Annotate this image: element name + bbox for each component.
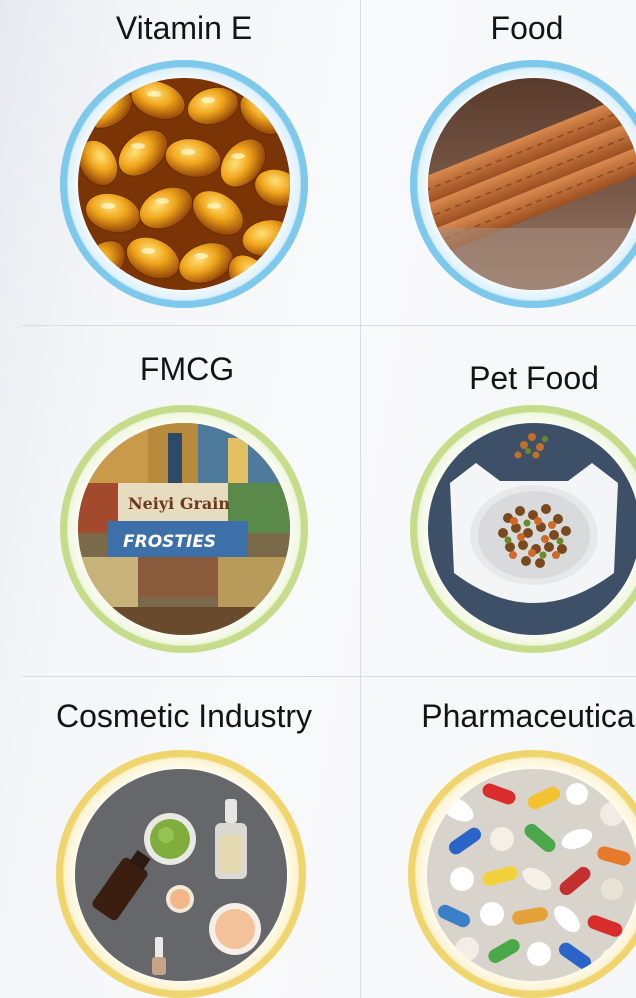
category-grid: Vitamin E Food FMCG Neiyi Grain FROSTIES…: [0, 0, 636, 998]
tile-label: Vitamin E: [115, 10, 253, 46]
cosmetics-image: [75, 769, 287, 981]
tile-label: Pharmaceutica: [421, 698, 635, 734]
pet-food-bowl-image: [428, 423, 636, 635]
svg-text:Neiyi Grain: Neiyi Grain: [128, 494, 230, 513]
tile-label: Food: [490, 10, 564, 46]
vitamin-e-capsules-image: [78, 78, 290, 290]
tile-label: FMCG: [139, 351, 235, 387]
tile-label: Cosmetic Industry: [55, 698, 313, 734]
tile-label: Pet Food: [469, 360, 599, 396]
consumer-goods-image: Neiyi Grain FROSTIES: [78, 423, 290, 635]
biscuits-image: [428, 78, 636, 290]
row-divider-1: [22, 325, 636, 326]
column-divider: [360, 0, 361, 998]
row-divider-2: [22, 676, 636, 677]
pills-image: [427, 769, 636, 981]
svg-text:FROSTIES: FROSTIES: [123, 532, 216, 552]
